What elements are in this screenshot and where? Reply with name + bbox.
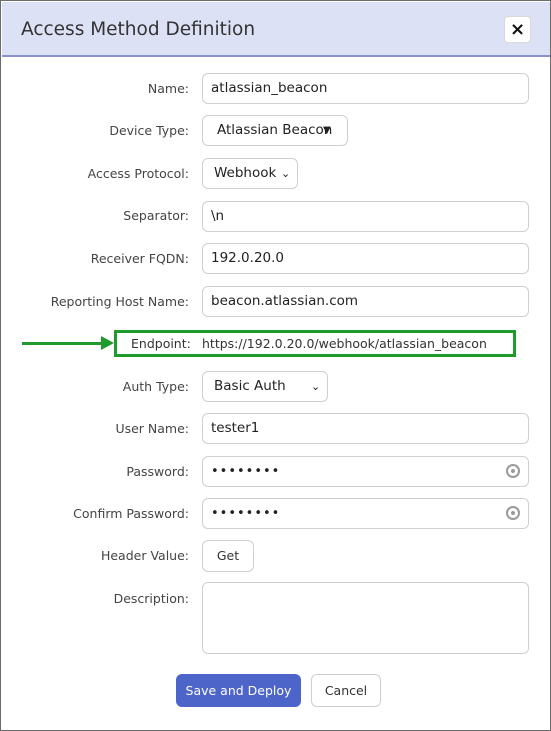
- device-type-select[interactable]: Atlassian Beacon ▼: [202, 115, 348, 146]
- description-textarea[interactable]: [202, 582, 529, 654]
- access-protocol-select[interactable]: Webhook ⌄: [202, 158, 298, 189]
- user-name-input[interactable]: tester1: [202, 413, 529, 444]
- password-value: ••••••••: [211, 464, 281, 479]
- get-header-button[interactable]: Get: [202, 540, 254, 572]
- name-input[interactable]: atlassian_beacon: [202, 73, 529, 104]
- separator-label: Separator:: [123, 208, 189, 223]
- close-button[interactable]: ×: [504, 16, 531, 43]
- cancel-button[interactable]: Cancel: [311, 674, 381, 707]
- endpoint-value: https://192.0.20.0/webhook/atlassian_bea…: [202, 336, 487, 351]
- dialog-titlebar: Access Method Definition ×: [2, 2, 550, 57]
- name-label: Name:: [147, 81, 189, 96]
- eye-icon[interactable]: [506, 464, 520, 478]
- access-method-dialog: Access Method Definition × Name: atlassi…: [0, 0, 551, 731]
- endpoint-label: Endpoint:: [131, 336, 191, 351]
- chevron-down-icon: ⌄: [281, 167, 291, 180]
- reporting-host-label: Reporting Host Name:: [50, 294, 189, 309]
- user-name-label: User Name:: [115, 421, 189, 436]
- device-type-value: Atlassian Beacon: [217, 122, 333, 138]
- separator-input[interactable]: \n: [202, 201, 529, 232]
- chevron-down-icon: ⌄: [311, 380, 321, 393]
- access-protocol-label: Access Protocol:: [87, 166, 189, 181]
- header-value-label: Header Value:: [100, 548, 189, 563]
- save-and-deploy-button[interactable]: Save and Deploy: [176, 674, 301, 707]
- receiver-fqdn-input[interactable]: 192.0.20.0: [202, 243, 529, 274]
- close-icon: ×: [509, 19, 526, 40]
- reporting-host-input[interactable]: beacon.atlassian.com: [202, 286, 529, 317]
- dialog-title: Access Method Definition: [21, 19, 256, 40]
- endpoint-highlight-box: Endpoint: https://192.0.20.0/webhook/atl…: [114, 330, 516, 357]
- auth-type-label: Auth Type:: [122, 379, 189, 394]
- annotation-arrow-shaft: [22, 342, 104, 345]
- receiver-fqdn-label: Receiver FQDN:: [90, 251, 189, 266]
- auth-type-value: Basic Auth: [214, 378, 286, 394]
- password-label: Password:: [126, 464, 189, 479]
- confirm-password-label: Confirm Password:: [73, 506, 189, 521]
- arrow-right-icon: [101, 336, 114, 350]
- caret-down-icon: ▼: [323, 125, 331, 136]
- confirm-password-value: ••••••••: [211, 506, 281, 521]
- password-input[interactable]: ••••••••: [202, 456, 529, 487]
- auth-type-select[interactable]: Basic Auth ⌄: [202, 371, 328, 402]
- eye-icon[interactable]: [506, 506, 520, 520]
- access-protocol-value: Webhook: [214, 165, 277, 181]
- description-label: Description:: [113, 591, 189, 606]
- confirm-password-input[interactable]: ••••••••: [202, 498, 529, 529]
- device-type-label: Device Type:: [109, 123, 189, 138]
